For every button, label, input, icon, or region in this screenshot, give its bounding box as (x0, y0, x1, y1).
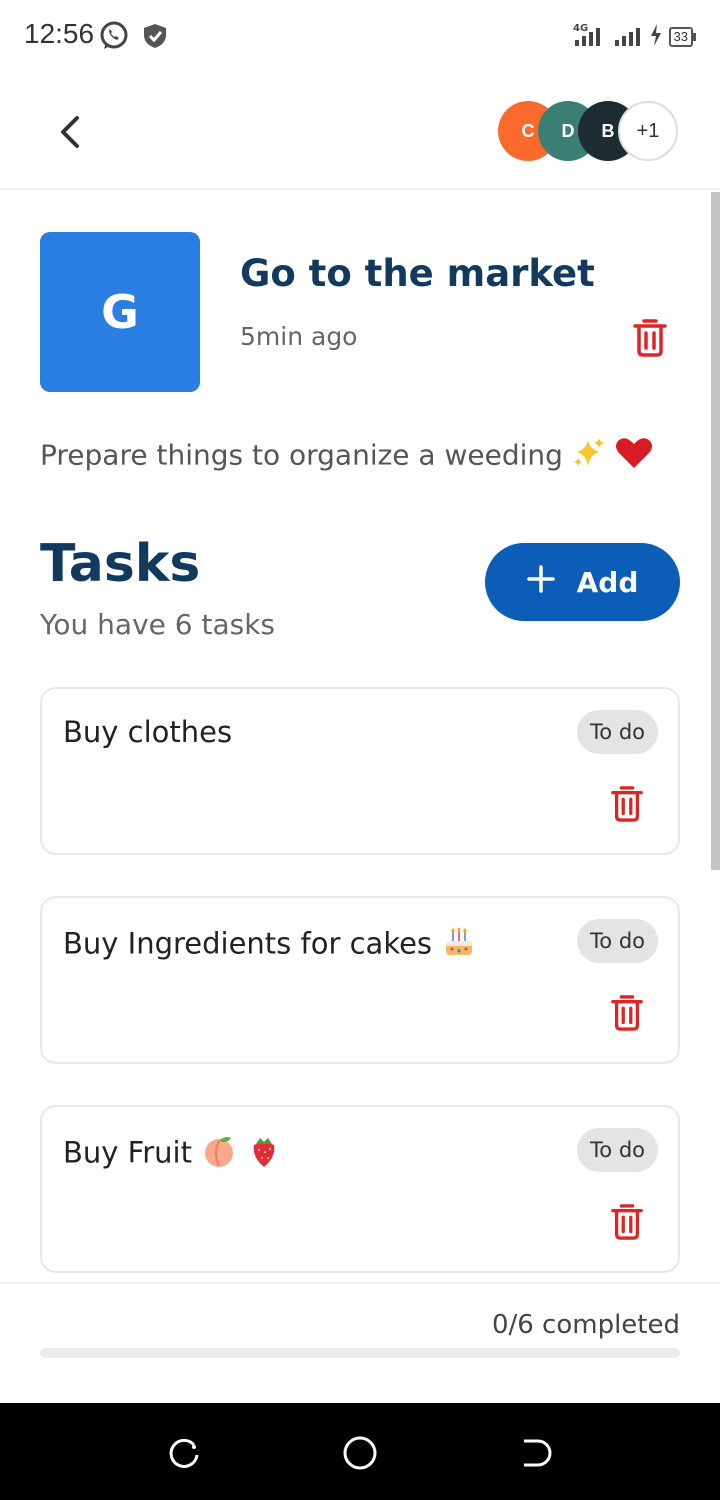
status-bar: 12:56 4G 33 (0, 0, 720, 72)
battery-icon: 33 (668, 27, 696, 47)
signal-4g-icon: 4G (573, 22, 607, 52)
project-avatar-letter: G (101, 285, 139, 339)
back-nav-button[interactable] (516, 1433, 556, 1473)
recent-apps-icon (169, 1438, 199, 1468)
delete-task-button[interactable] (610, 994, 644, 1032)
home-icon (343, 1436, 377, 1470)
battery-level: 33 (668, 27, 693, 47)
tasks-count: You have 6 tasks (40, 608, 276, 641)
whatsapp-icon (98, 20, 130, 56)
system-nav-bar (0, 1403, 720, 1500)
avatar-initial: D (561, 120, 575, 141)
task-card[interactable]: Buy clothes To do (40, 687, 680, 855)
project-title: Go to the market (240, 252, 595, 295)
member-avatars[interactable]: C D B +1 (498, 101, 680, 161)
status-time: 12:56 (24, 18, 95, 49)
task-name-text: Buy clothes (63, 715, 233, 749)
birthday-cake-icon (441, 924, 477, 967)
progress-panel: 0/6 completed (0, 1282, 720, 1402)
shield-icon (142, 22, 168, 54)
task-card[interactable]: Buy Fruit To do (40, 1105, 680, 1273)
trash-icon (611, 995, 643, 1031)
more-members-count: +1 (636, 119, 660, 142)
delete-project-button[interactable] (632, 318, 668, 358)
plus-icon (526, 560, 555, 600)
back-nav-icon (524, 1439, 552, 1467)
task-name: Buy clothes (63, 715, 232, 749)
peach-icon (201, 1133, 237, 1176)
recent-apps-button[interactable] (164, 1433, 204, 1473)
chevron-left-icon (61, 116, 79, 148)
progress-label: 0/6 completed (491, 1310, 680, 1340)
task-name-text: Buy Fruit (63, 1135, 192, 1170)
charging-icon (649, 23, 663, 51)
add-task-button[interactable]: Add (485, 543, 680, 621)
project-time-ago: 5min ago (240, 322, 358, 351)
task-card[interactable]: Buy Ingredients for cakes To do (40, 896, 680, 1064)
network-type: 4G (573, 23, 588, 34)
more-members-badge[interactable]: +1 (618, 101, 678, 161)
project-description-text: Prepare things to organize a weeding (40, 438, 563, 472)
task-status-chip[interactable]: To do (577, 1128, 658, 1172)
scrollbar[interactable] (711, 192, 720, 870)
app-bar: C D B +1 (0, 72, 720, 190)
home-button[interactable] (340, 1433, 380, 1473)
back-button[interactable] (50, 108, 90, 156)
strawberry-icon (246, 1133, 282, 1176)
task-status-chip[interactable]: To do (577, 710, 658, 754)
heart-icon (615, 436, 653, 477)
task-name-text: Buy Ingredients for cakes (63, 926, 433, 961)
task-name: Buy Fruit (63, 1133, 282, 1176)
trash-icon (633, 319, 667, 357)
add-task-label: Add (576, 565, 639, 599)
avatar-initial: B (601, 120, 615, 141)
progress-bar (40, 1348, 680, 1358)
trash-icon (611, 1204, 643, 1240)
signal-icon (613, 22, 643, 52)
trash-icon (611, 786, 643, 822)
delete-task-button[interactable] (610, 1203, 644, 1241)
project-description: Prepare things to organize a weeding (40, 436, 653, 477)
sparkles-icon (572, 436, 606, 477)
delete-task-button[interactable] (610, 785, 644, 823)
project-avatar: G (40, 232, 200, 392)
task-name: Buy Ingredients for cakes (63, 924, 477, 967)
task-status-chip[interactable]: To do (577, 919, 658, 963)
tasks-heading: Tasks (40, 534, 201, 594)
avatar-initial: C (521, 120, 535, 141)
